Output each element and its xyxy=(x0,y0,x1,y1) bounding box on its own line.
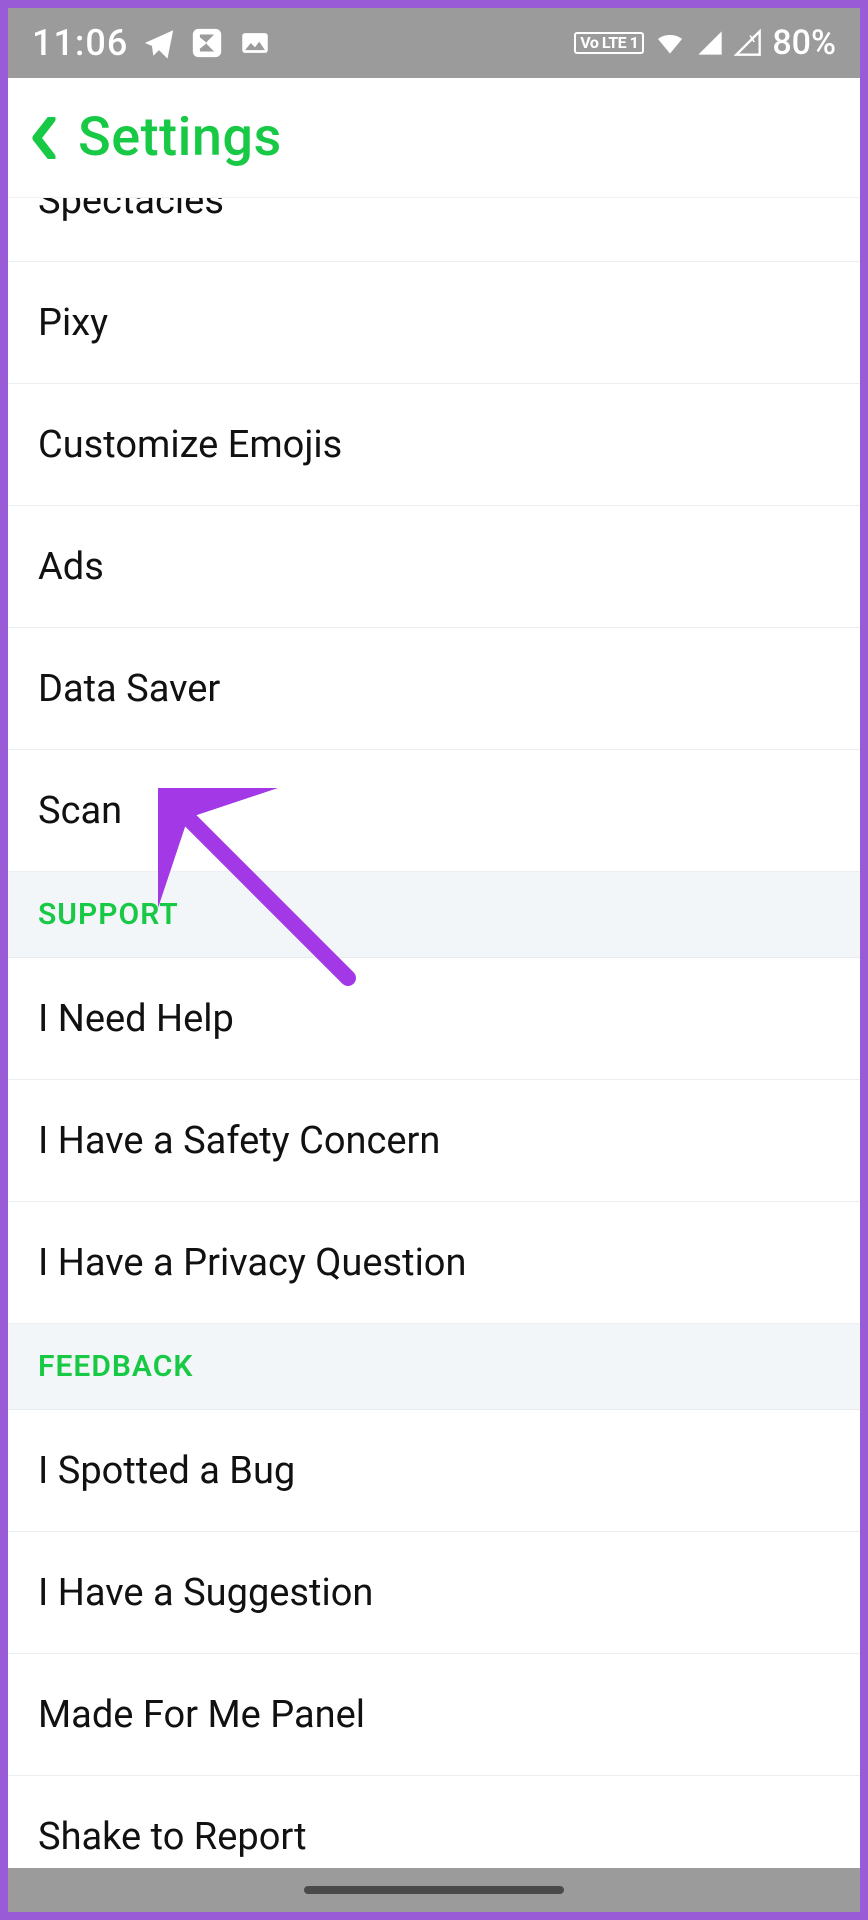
status-time: 11:06 xyxy=(32,22,128,64)
settings-row-customize-emojis[interactable]: Customize Emojis xyxy=(8,384,860,506)
back-button[interactable] xyxy=(30,117,56,159)
settings-row-safety-concern[interactable]: I Have a Safety Concern xyxy=(8,1080,860,1202)
nav-pill[interactable] xyxy=(304,1886,564,1894)
gallery-icon xyxy=(238,26,272,60)
device-screen: 11:06 Vo LTE 1 xyxy=(8,8,860,1912)
signal-icon-2: x xyxy=(734,29,762,57)
settings-row-suggestion[interactable]: I Have a Suggestion xyxy=(8,1532,860,1654)
page-title: Settings xyxy=(78,106,282,169)
section-header-feedback: FEEDBACK xyxy=(8,1324,860,1410)
wifi-icon xyxy=(654,27,686,59)
row-label: I Spotted a Bug xyxy=(38,1449,295,1493)
row-label: Data Saver xyxy=(38,667,220,711)
scroll-inner: Spectacles Pixy Customize Emojis Ads Dat… xyxy=(8,198,860,1868)
row-label: Ads xyxy=(38,545,104,589)
settings-row-made-for-me[interactable]: Made For Me Panel xyxy=(8,1654,860,1776)
sigma-app-icon xyxy=(190,26,224,60)
app-header: Settings xyxy=(8,78,860,198)
settings-row-shake-report[interactable]: Shake to Report xyxy=(8,1776,860,1868)
row-label: Pixy xyxy=(38,301,108,345)
settings-row-ads[interactable]: Ads xyxy=(8,506,860,628)
row-label: Scan xyxy=(38,789,122,833)
svg-text:x: x xyxy=(749,31,755,45)
battery-percent: 80% xyxy=(772,23,836,63)
settings-row-spotted-bug[interactable]: I Spotted a Bug xyxy=(8,1410,860,1532)
row-label: I Need Help xyxy=(38,997,234,1041)
signal-icon-1 xyxy=(696,29,724,57)
section-header-support: SUPPORT xyxy=(8,872,860,958)
settings-row-data-saver[interactable]: Data Saver xyxy=(8,628,860,750)
section-header-label: FEEDBACK xyxy=(38,1349,193,1384)
row-label: Spectacles xyxy=(38,198,224,223)
volte-icon: Vo LTE 1 xyxy=(574,32,644,54)
settings-row-pixy[interactable]: Pixy xyxy=(8,262,860,384)
device-frame: 11:06 Vo LTE 1 xyxy=(0,0,868,1920)
row-label: I Have a Safety Concern xyxy=(38,1119,440,1163)
section-header-label: SUPPORT xyxy=(38,897,179,932)
row-label: I Have a Privacy Question xyxy=(38,1241,466,1285)
row-label: I Have a Suggestion xyxy=(38,1571,373,1615)
settings-row-spectacles[interactable]: Spectacles xyxy=(8,198,860,262)
settings-row-scan[interactable]: Scan xyxy=(8,750,860,872)
status-left: 11:06 xyxy=(32,22,272,64)
status-bar: 11:06 Vo LTE 1 xyxy=(8,8,860,78)
settings-row-privacy-question[interactable]: I Have a Privacy Question xyxy=(8,1202,860,1324)
android-nav-bar xyxy=(8,1868,860,1912)
row-label: Made For Me Panel xyxy=(38,1693,365,1737)
settings-content[interactable]: Spectacles Pixy Customize Emojis Ads Dat… xyxy=(8,198,860,1868)
row-label: Shake to Report xyxy=(38,1815,307,1859)
row-label: Customize Emojis xyxy=(38,423,342,467)
telegram-icon xyxy=(142,26,176,60)
settings-row-i-need-help[interactable]: I Need Help xyxy=(8,958,860,1080)
status-right: Vo LTE 1 x 80% xyxy=(574,23,836,63)
